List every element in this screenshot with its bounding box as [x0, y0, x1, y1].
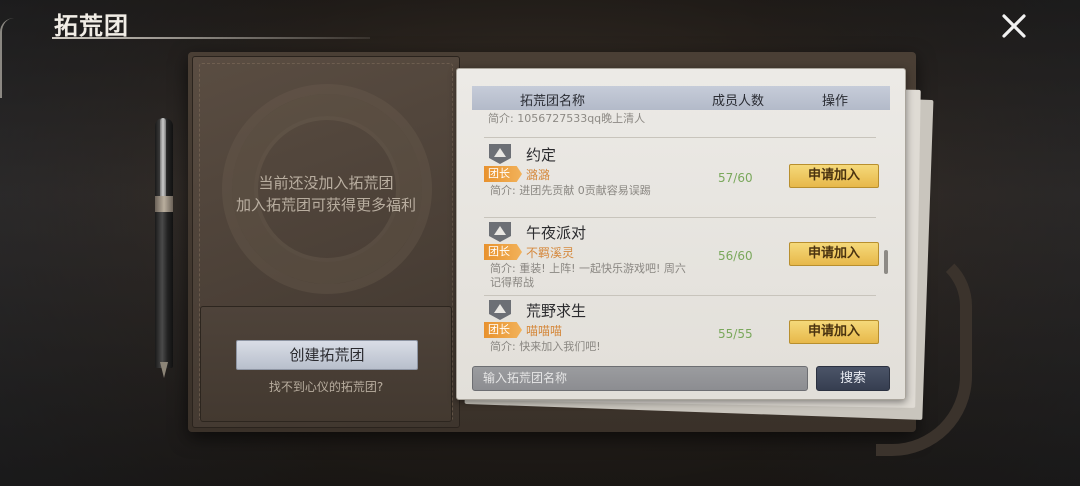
search-input[interactable]: 输入拓荒团名称 [472, 366, 808, 391]
no-group-message: 当前还没加入拓荒团 加入拓荒团可获得更多福利 [200, 172, 452, 216]
row-divider [484, 137, 876, 138]
guild-icon [489, 300, 511, 320]
member-count: 56/60 [718, 249, 753, 263]
create-group-button[interactable]: 创建拓荒团 [236, 340, 418, 370]
leader-tag: 团长 [484, 244, 522, 260]
search-button[interactable]: 搜索 [816, 366, 890, 391]
leader-tag: 团长 [484, 166, 522, 182]
join-button[interactable]: 申请加入 [789, 320, 879, 344]
title-bracket-decoration [0, 18, 14, 98]
column-header-name: 拓荒团名称 [520, 94, 586, 109]
close-icon[interactable] [998, 10, 1030, 42]
table-row: 荒野求生 团长 喵喵喵 简介: 快来加入我们吧! 55/55 申请加入 [484, 296, 879, 358]
join-button[interactable]: 申请加入 [789, 164, 879, 188]
table-row: 午夜派对 团长 不羁溪灵 简介: 重装! 上阵! 一起快乐游戏吧! 周六记得帮战… [484, 218, 879, 296]
leader-name: 喵喵喵 [526, 324, 563, 338]
pen-band [155, 196, 173, 212]
join-button[interactable]: 申请加入 [789, 242, 879, 266]
leader-name: 不羁溪灵 [526, 246, 575, 260]
group-name: 午夜派对 [526, 224, 587, 242]
group-intro: 简介: 快来加入我们吧! [490, 340, 601, 353]
partial-row-intro: 简介: 1056727533qq晚上清人 [488, 112, 646, 125]
member-count: 57/60 [718, 171, 753, 185]
table-row: 约定 团长 潞潞 简介: 进团先贡献 0贡献容易误踢 57/60 申请加入 [484, 140, 879, 218]
leader-tag: 团长 [484, 322, 522, 338]
no-group-line-2: 加入拓荒团可获得更多福利 [235, 196, 416, 214]
list-scrollbar[interactable] [884, 250, 888, 274]
leader-name: 潞潞 [526, 168, 551, 182]
group-name: 荒野求生 [526, 302, 587, 320]
cant-find-link[interactable]: 找不到心仪的拓荒团? [200, 378, 452, 395]
title-underline [52, 37, 370, 39]
pen-clip [160, 118, 166, 208]
table-header: 拓荒团名称 成员人数 操作 [472, 86, 890, 110]
page-title: 拓荒团 [54, 12, 129, 40]
group-list[interactable]: 简介: 1056727533qq晚上清人 约定 团长 潞潞 简介: 进团先贡献 … [472, 110, 890, 358]
guild-icon [489, 222, 511, 242]
group-intro: 简介: 进团先贡献 0贡献容易误踢 [490, 184, 651, 197]
column-header-action: 操作 [822, 94, 849, 109]
group-name: 约定 [526, 146, 557, 164]
member-count: 55/55 [718, 327, 753, 341]
guild-icon [489, 144, 511, 164]
no-group-line-1: 当前还没加入拓荒团 [258, 174, 394, 192]
group-intro: 简介: 重装! 上阵! 一起快乐游戏吧! 周六记得帮战 [490, 262, 686, 289]
column-header-members: 成员人数 [712, 94, 765, 109]
